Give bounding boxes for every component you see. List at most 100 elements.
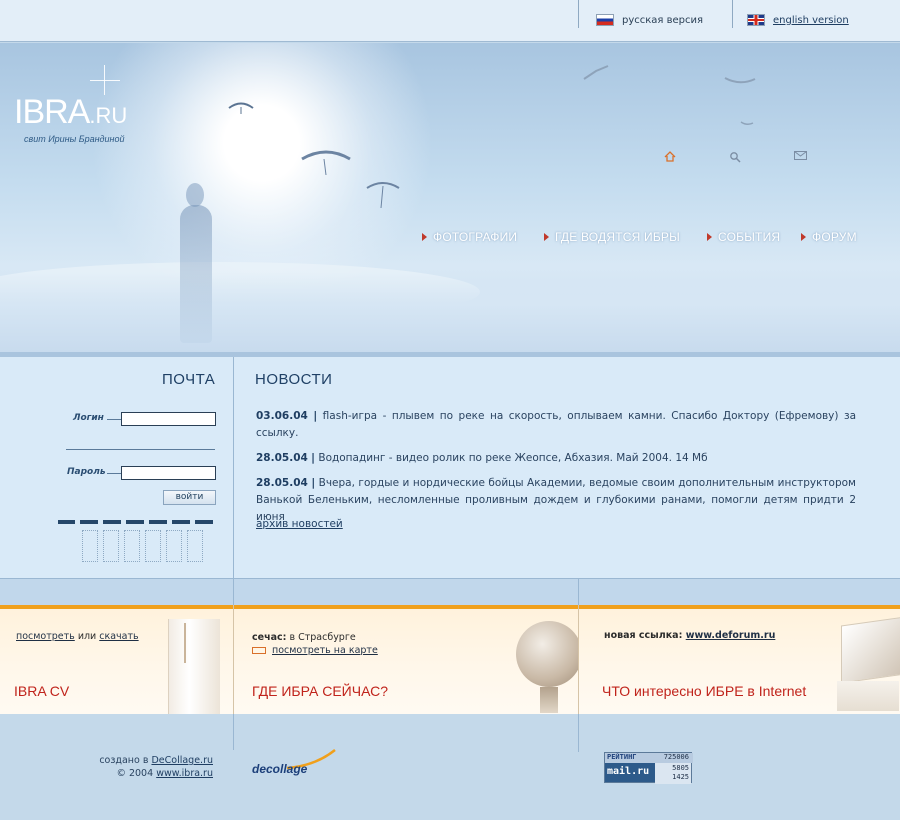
news-list: 03.06.04 | flash-игра - плывем по реке н… bbox=[256, 408, 856, 534]
decollage-link[interactable]: DeCollage.ru bbox=[151, 755, 213, 766]
news-archive-link[interactable]: архив новостей bbox=[256, 518, 343, 530]
where-now-label: сечас: bbox=[252, 632, 287, 643]
hero-ground bbox=[0, 272, 900, 352]
rating-n2: 1425 bbox=[672, 773, 689, 781]
language-bar: русская версия english version bbox=[0, 0, 900, 42]
menu-item-label: ФОРУМ bbox=[812, 230, 857, 244]
copyright-prefix: © 2004 bbox=[116, 768, 154, 779]
menu-item-label: ФОТОГРАФИИ bbox=[433, 230, 518, 244]
cv-view-link[interactable]: посмотреть bbox=[16, 631, 75, 642]
mailru-rating-counter[interactable]: РЕЙТИНГ 725006 mail.ru 5805 1425 bbox=[604, 752, 693, 784]
english-version-label: english version bbox=[773, 14, 849, 26]
news-item: 03.06.04 | flash-игра - плывем по реке н… bbox=[256, 408, 856, 442]
logo-suffix: .RU bbox=[89, 103, 128, 128]
where-now: сечас: в Страсбурге bbox=[252, 632, 356, 643]
field-leader-line bbox=[107, 419, 121, 420]
hero-figure bbox=[176, 183, 216, 343]
column-divider bbox=[233, 357, 234, 578]
where-map-row: посмотреть на карте bbox=[252, 645, 378, 656]
lang-divider bbox=[732, 0, 733, 28]
paraglider-icon bbox=[301, 150, 351, 176]
internet-new-link: новая ссылка: www.deforum.ru bbox=[604, 630, 775, 641]
footer-divider bbox=[233, 714, 234, 750]
login-input[interactable] bbox=[121, 412, 216, 426]
bird-icon bbox=[583, 65, 609, 80]
paraglider-icon bbox=[366, 182, 400, 209]
russian-version-label: русская версия bbox=[622, 14, 704, 26]
footer-divider bbox=[578, 714, 579, 752]
paraglider-icon bbox=[228, 102, 254, 114]
password-label: Пароль bbox=[67, 467, 106, 477]
lang-divider bbox=[578, 0, 579, 28]
hero-banner: IBRA.RU свит Ирины Брандиной ФОТОГРАФИИ … bbox=[0, 43, 900, 352]
login-label: Логин bbox=[73, 413, 104, 423]
english-version-link[interactable]: english version bbox=[747, 14, 849, 26]
created-prefix: создано в bbox=[99, 755, 149, 766]
cv-download-link[interactable]: скачать bbox=[99, 631, 138, 642]
monitor-image bbox=[841, 616, 900, 684]
where-title[interactable]: ГДЕ ИБРА СЕЙЧАС? bbox=[252, 683, 388, 699]
form-divider bbox=[66, 449, 215, 450]
field-leader-line bbox=[107, 473, 121, 474]
cv-links: посмотреть или скачать bbox=[16, 631, 139, 642]
russian-flag-icon bbox=[596, 14, 614, 26]
logo-tagline: свит Ирины Брандиной bbox=[24, 134, 125, 144]
news-separator: | bbox=[313, 410, 318, 422]
cv-document-image bbox=[168, 619, 220, 714]
uk-flag-icon bbox=[747, 14, 765, 26]
russian-version-link[interactable]: русская версия bbox=[596, 14, 703, 26]
news-date: 28.05.04 bbox=[256, 477, 308, 489]
home-icon[interactable] bbox=[664, 151, 676, 162]
news-date: 03.06.04 bbox=[256, 410, 308, 422]
separator-band bbox=[0, 578, 900, 606]
decorative-boxes bbox=[82, 530, 203, 562]
login-button[interactable]: войти bbox=[163, 490, 216, 505]
news-item: 28.05.04 | Водопадинг - видео ролик по р… bbox=[256, 450, 856, 467]
footer-credits: создано в DeCollage.ru © 2004 www.ibra.r… bbox=[99, 754, 213, 780]
internet-link-value[interactable]: www.deforum.ru bbox=[686, 630, 776, 641]
rating-n1: 5805 bbox=[672, 764, 689, 772]
rating-total: 725006 bbox=[663, 753, 689, 761]
news-separator: | bbox=[311, 477, 316, 489]
cv-pen-image bbox=[184, 623, 186, 663]
where-map-link[interactable]: посмотреть на карте bbox=[272, 645, 378, 656]
globe-image bbox=[516, 621, 578, 687]
cv-or-text: или bbox=[77, 631, 97, 642]
decorative-bars bbox=[58, 520, 213, 524]
news-item: 28.05.04 | Вчера, гордые и нордические б… bbox=[256, 475, 856, 526]
menu-item-where[interactable]: ГДЕ ВОДЯТСЯ ИБРЫ bbox=[544, 230, 680, 244]
star-sparkle bbox=[90, 80, 120, 81]
decollage-logo[interactable]: decollage bbox=[252, 762, 307, 776]
bird-icon bbox=[724, 77, 756, 84]
news-date: 28.05.04 bbox=[256, 452, 308, 464]
news-text[interactable]: flash-игра - плывем по реке на скорость,… bbox=[256, 410, 856, 439]
mail-icon[interactable] bbox=[794, 151, 807, 161]
news-text[interactable]: Вчера, гордые и нордические бойцы Академ… bbox=[256, 477, 856, 523]
ibra-link[interactable]: www.ibra.ru bbox=[156, 768, 213, 779]
logo-main: IBRA bbox=[14, 93, 90, 131]
arrow-right-icon bbox=[801, 233, 806, 241]
search-icon[interactable] bbox=[729, 151, 741, 163]
rating-label: РЕЙТИНГ bbox=[607, 753, 637, 761]
rating-mailru-logo: mail.ru bbox=[607, 766, 650, 777]
site-logo[interactable]: IBRA.RU свит Ирины Брандиной bbox=[14, 93, 127, 144]
news-separator: | bbox=[311, 452, 316, 464]
monitor-base-image bbox=[837, 681, 899, 711]
where-now-value: в Страсбурге bbox=[289, 632, 356, 643]
arrow-right-icon bbox=[422, 233, 427, 241]
internet-title[interactable]: ЧТО интересно ИБРЕ в Internet bbox=[602, 683, 806, 699]
bird-icon bbox=[740, 121, 754, 126]
news-title: НОВОСТИ bbox=[255, 371, 333, 388]
arrow-right-icon bbox=[707, 233, 712, 241]
menu-item-label: СОБЫТИЯ bbox=[718, 230, 781, 244]
mail-title: ПОЧТА bbox=[162, 371, 216, 388]
menu-item-events[interactable]: СОБЫТИЯ bbox=[707, 230, 780, 244]
arrow-right-icon bbox=[544, 233, 549, 241]
password-input[interactable] bbox=[121, 466, 216, 480]
news-text[interactable]: Водопадинг - видео ролик по реке Жеопсе,… bbox=[318, 452, 707, 464]
menu-item-forum[interactable]: ФОРУМ bbox=[801, 230, 857, 244]
menu-item-photos[interactable]: ФОТОГРАФИИ bbox=[422, 230, 517, 244]
cv-title[interactable]: IBRA CV bbox=[14, 683, 69, 699]
map-arrow-icon bbox=[252, 647, 266, 654]
globe-stand-image bbox=[540, 687, 558, 713]
